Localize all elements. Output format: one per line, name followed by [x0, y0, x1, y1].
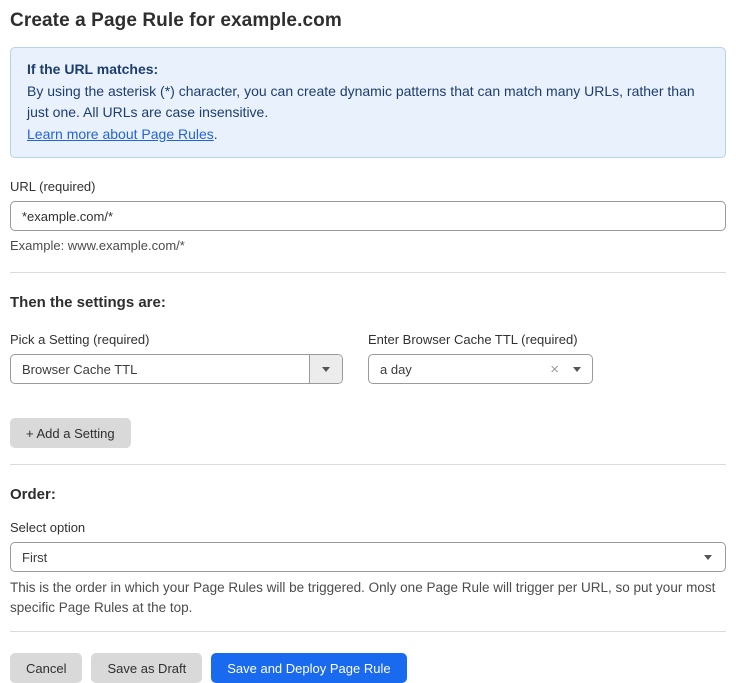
- settings-section-heading: Then the settings are:: [10, 294, 726, 311]
- divider: [10, 272, 726, 273]
- learn-more-link[interactable]: Learn more about Page Rules: [27, 126, 214, 142]
- pick-setting-value: Browser Cache TTL: [11, 355, 309, 383]
- order-hint-text: This is the order in which your Page Rul…: [10, 578, 726, 618]
- page-title: Create a Page Rule for example.com: [10, 10, 726, 32]
- save-as-draft-button[interactable]: Save as Draft: [91, 653, 202, 683]
- order-select[interactable]: First: [10, 542, 726, 572]
- add-setting-button[interactable]: + Add a Setting: [10, 418, 131, 448]
- order-section-heading: Order:: [10, 486, 726, 503]
- url-field-label: URL (required): [10, 179, 726, 194]
- cancel-button[interactable]: Cancel: [10, 653, 82, 683]
- info-box-body: By using the asterisk (*) character, you…: [27, 81, 709, 124]
- info-box-heading: If the URL matches:: [27, 59, 709, 81]
- url-match-info-box: If the URL matches: By using the asteris…: [10, 47, 726, 158]
- chevron-down-icon: [322, 367, 330, 372]
- url-example-hint: Example: www.example.com/*: [10, 238, 726, 253]
- chevron-down-icon: [704, 555, 712, 560]
- ttl-setting-column: Enter Browser Cache TTL (required) a day…: [368, 332, 593, 384]
- order-selected-value: First: [22, 550, 704, 565]
- divider: [10, 464, 726, 465]
- pick-setting-select[interactable]: Browser Cache TTL: [10, 354, 343, 384]
- form-action-buttons: Cancel Save as Draft Save and Deploy Pag…: [10, 653, 726, 683]
- pick-setting-label: Pick a Setting (required): [10, 332, 343, 347]
- settings-row: Pick a Setting (required) Browser Cache …: [10, 332, 726, 384]
- info-box-link-line: Learn more about Page Rules.: [27, 124, 709, 146]
- ttl-value-select[interactable]: a day ×: [368, 354, 593, 384]
- clear-icon[interactable]: ×: [550, 362, 559, 377]
- dropdown-arrow-button[interactable]: [309, 355, 342, 383]
- divider: [10, 631, 726, 632]
- save-and-deploy-button[interactable]: Save and Deploy Page Rule: [211, 653, 406, 683]
- chevron-down-icon: [573, 367, 581, 372]
- ttl-setting-label: Enter Browser Cache TTL (required): [368, 332, 593, 347]
- ttl-selected-value: a day: [380, 362, 550, 377]
- create-page-rule-form: Create a Page Rule for example.com If th…: [0, 0, 736, 683]
- link-suffix: .: [214, 126, 218, 142]
- order-select-label: Select option: [10, 520, 726, 535]
- url-input[interactable]: [10, 201, 726, 231]
- pick-setting-column: Pick a Setting (required) Browser Cache …: [10, 332, 343, 384]
